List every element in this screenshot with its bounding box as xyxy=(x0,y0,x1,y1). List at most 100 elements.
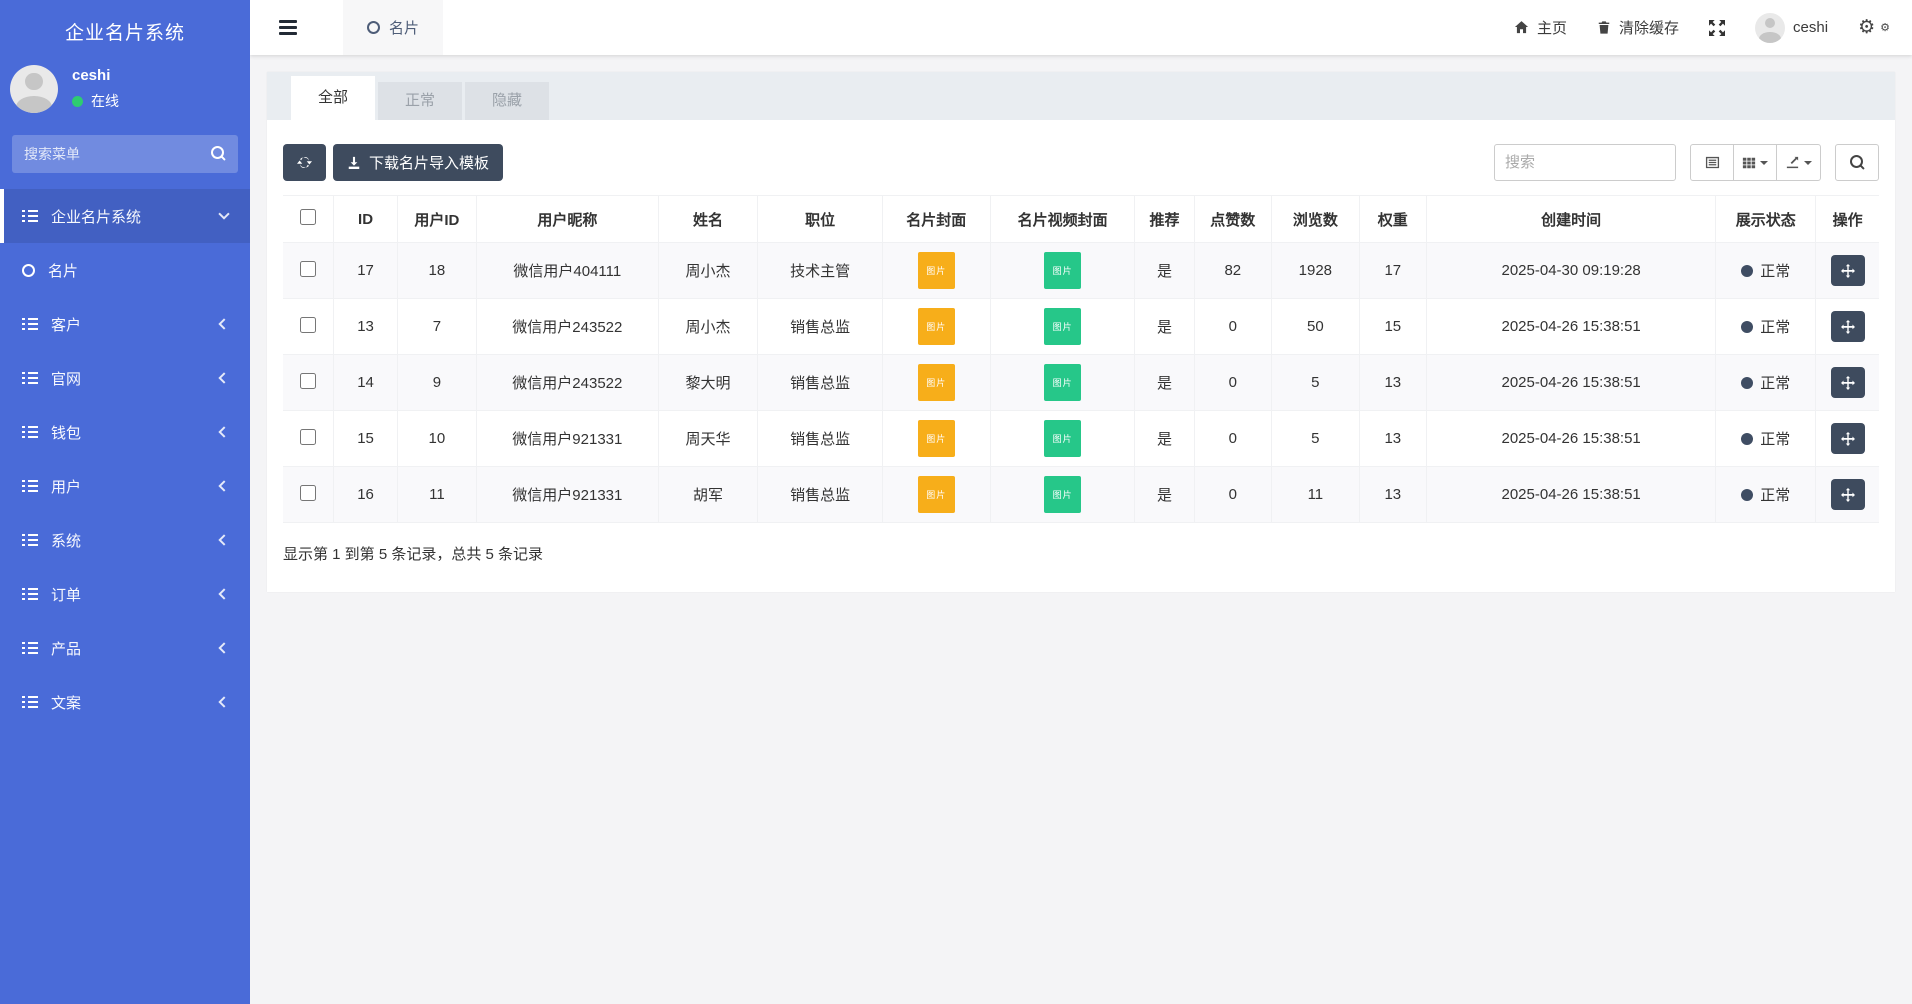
card-cover-image[interactable]: 图片 xyxy=(918,364,955,401)
brand-title: 企业名片系统 xyxy=(0,0,250,51)
card-cover-image[interactable]: 图片 xyxy=(918,308,955,345)
export-button[interactable] xyxy=(1776,144,1821,181)
row-checkbox[interactable] xyxy=(300,373,316,389)
export-icon xyxy=(1785,155,1800,170)
row-checkbox[interactable] xyxy=(300,429,316,445)
detail-view-button[interactable] xyxy=(1690,144,1734,181)
status-label: 正常 xyxy=(1760,428,1790,449)
select-all-checkbox[interactable] xyxy=(300,209,316,225)
col-likes: 点赞数 xyxy=(1194,196,1271,243)
chevron-left-icon xyxy=(218,372,229,383)
row-checkbox[interactable] xyxy=(300,261,316,277)
refresh-button[interactable] xyxy=(283,144,326,181)
card-cover-image[interactable]: 图片 xyxy=(918,252,955,289)
chevron-left-icon xyxy=(218,318,229,329)
tab-hidden[interactable]: 隐藏 xyxy=(465,82,549,120)
tab-normal[interactable]: 正常 xyxy=(378,82,462,120)
card-cover-image[interactable]: 图片 xyxy=(918,476,955,513)
list-icon xyxy=(22,318,38,330)
cell-select xyxy=(283,355,334,411)
download-icon xyxy=(347,156,361,170)
cell-recommend: 是 xyxy=(1135,355,1194,411)
download-template-button[interactable]: 下载名片导入模板 xyxy=(333,144,503,181)
table-row: 14 9 微信用户243522 黎大明 销售总监 图片 图片 是 0 5 13 … xyxy=(283,355,1879,411)
sidebar-item[interactable]: 系统 xyxy=(0,513,250,567)
chevron-down-icon xyxy=(218,208,229,219)
detail-view-icon xyxy=(1705,155,1720,170)
columns-button[interactable] xyxy=(1733,144,1777,181)
col-position: 职位 xyxy=(758,196,882,243)
menu-search-input[interactable] xyxy=(12,135,238,173)
home-link[interactable]: 主页 xyxy=(1514,17,1567,38)
circle-icon xyxy=(22,264,35,277)
tab-all[interactable]: 全部 xyxy=(291,76,375,120)
search-toggle-button[interactable] xyxy=(1835,144,1879,181)
cell-name: 周天华 xyxy=(658,411,758,467)
table-search-input[interactable] xyxy=(1494,144,1676,181)
fullscreen-button[interactable] xyxy=(1709,20,1725,36)
trash-icon xyxy=(1597,20,1611,35)
cell-id: 16 xyxy=(334,467,397,523)
sidebar-toggle-button[interactable] xyxy=(275,18,301,37)
cell-position: 销售总监 xyxy=(758,299,882,355)
navbar-tab-card[interactable]: 名片 xyxy=(343,0,443,55)
col-actions: 操作 xyxy=(1816,196,1879,243)
row-checkbox[interactable] xyxy=(300,317,316,333)
cell-select xyxy=(283,299,334,355)
user-avatar xyxy=(10,65,58,113)
sidebar-item[interactable]: 用户 xyxy=(0,459,250,513)
cell-nickname: 微信用户243522 xyxy=(477,355,658,411)
cell-video-cover: 图片 xyxy=(990,243,1135,299)
move-row-button[interactable] xyxy=(1831,311,1865,342)
cell-created: 2025-04-26 15:38:51 xyxy=(1426,355,1715,411)
search-icon[interactable] xyxy=(211,146,226,161)
col-views: 浏览数 xyxy=(1272,196,1360,243)
hamburger-icon xyxy=(279,26,297,29)
cell-status: 正常 xyxy=(1716,243,1816,299)
card-video-cover-image[interactable]: 图片 xyxy=(1044,476,1081,513)
list-icon xyxy=(22,480,38,492)
caret-down-icon xyxy=(1760,161,1768,165)
status-dot xyxy=(1741,489,1753,501)
list-icon xyxy=(22,642,38,654)
cell-name: 周小杰 xyxy=(658,243,758,299)
card-video-cover-image[interactable]: 图片 xyxy=(1044,364,1081,401)
card-cover-image[interactable]: 图片 xyxy=(918,420,955,457)
move-row-button[interactable] xyxy=(1831,255,1865,286)
sidebar-item-label: 官网 xyxy=(51,368,81,389)
col-user-id: 用户ID xyxy=(397,196,476,243)
move-row-button[interactable] xyxy=(1831,367,1865,398)
sidebar-item[interactable]: 官网 xyxy=(0,351,250,405)
sidebar-item[interactable]: 订单 xyxy=(0,567,250,621)
col-cover: 名片封面 xyxy=(882,196,990,243)
sidebar-item[interactable]: 客户 xyxy=(0,297,250,351)
row-checkbox[interactable] xyxy=(300,485,316,501)
sidebar-item[interactable]: 名片 xyxy=(0,243,250,297)
home-icon xyxy=(1514,20,1529,35)
home-label: 主页 xyxy=(1537,17,1567,38)
cell-position: 销售总监 xyxy=(758,467,882,523)
sidebar-item[interactable]: 产品 xyxy=(0,621,250,675)
avatar xyxy=(1755,13,1785,43)
table-header-row: ID 用户ID 用户昵称 姓名 职位 名片封面 名片视频封面 推荐 点赞数 浏览… xyxy=(283,196,1879,243)
status-label: 正常 xyxy=(1760,260,1790,281)
user-menu[interactable]: ceshi xyxy=(1755,13,1828,43)
cell-id: 17 xyxy=(334,243,397,299)
sidebar-item[interactable]: 钱包 xyxy=(0,405,250,459)
chevron-left-icon xyxy=(218,480,229,491)
clear-cache-button[interactable]: 清除缓存 xyxy=(1597,17,1679,38)
status-label: 正常 xyxy=(1760,372,1790,393)
user-panel: ceshi 在线 xyxy=(0,51,250,123)
card-video-cover-image[interactable]: 图片 xyxy=(1044,420,1081,457)
card-video-cover-image[interactable]: 图片 xyxy=(1044,252,1081,289)
sidebar-item[interactable]: 文案 xyxy=(0,675,250,729)
chevron-left-icon xyxy=(218,426,229,437)
settings-button[interactable]: ⚙⚙ xyxy=(1858,18,1890,37)
cell-user-id: 18 xyxy=(397,243,476,299)
sidebar-item-label: 系统 xyxy=(51,530,81,551)
move-row-button[interactable] xyxy=(1831,423,1865,454)
chevron-left-icon xyxy=(218,642,229,653)
move-row-button[interactable] xyxy=(1831,479,1865,510)
card-video-cover-image[interactable]: 图片 xyxy=(1044,308,1081,345)
sidebar-item[interactable]: 企业名片系统 xyxy=(0,189,250,243)
